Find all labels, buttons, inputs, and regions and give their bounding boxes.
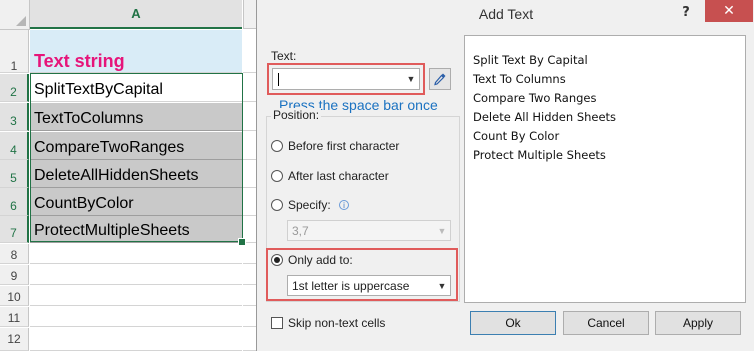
sheet-row-10: 10 xyxy=(0,286,256,306)
preview-item: Split Text By Capital xyxy=(473,53,588,67)
column-header-b[interactable] xyxy=(243,0,256,29)
eyedropper-button[interactable] xyxy=(429,68,451,90)
cell-a4[interactable]: CompareTwoRanges xyxy=(30,132,242,160)
close-button[interactable]: ✕ xyxy=(705,0,753,22)
cell-a7[interactable]: ProtectMultipleSheets xyxy=(30,216,242,243)
row-number[interactable]: 8 xyxy=(0,244,29,264)
cell-a3[interactable]: TextToColumns xyxy=(30,103,242,131)
sheet-row-8: 8 xyxy=(0,244,256,264)
row-number[interactable]: 4 xyxy=(0,132,29,160)
cell-a2[interactable]: SplitTextByCapital xyxy=(30,74,242,102)
cell-b3[interactable] xyxy=(243,103,256,131)
radio-before-first[interactable] xyxy=(271,140,283,152)
cell-a11[interactable] xyxy=(30,307,242,327)
cell-b10[interactable] xyxy=(243,286,256,306)
radio-specify[interactable] xyxy=(271,199,283,211)
preview-item: Count By Color xyxy=(473,129,560,143)
cell-a8[interactable] xyxy=(30,244,242,264)
column-header-a[interactable]: A xyxy=(30,0,242,29)
cell-b8[interactable] xyxy=(243,244,256,264)
dialog-titlebar[interactable]: Add Text ? ✕ xyxy=(257,0,754,29)
ok-button[interactable]: Ok xyxy=(470,311,556,335)
radio-after-last[interactable] xyxy=(271,170,283,182)
spreadsheet: A 1 Text string 2 SplitTextByCapital 3 T… xyxy=(0,0,256,351)
sheet-row-7: 7 ProtectMultipleSheets xyxy=(0,216,256,243)
radio-only-add-to[interactable] xyxy=(271,254,283,266)
apply-button[interactable]: Apply xyxy=(655,311,741,335)
preview-item: Text To Columns xyxy=(473,72,566,86)
specify-value: 3,7 xyxy=(292,224,309,238)
cell-b2[interactable] xyxy=(243,74,256,102)
row-number[interactable]: 3 xyxy=(0,103,29,131)
label-only-add-to: Only add to: xyxy=(288,253,353,267)
row-number[interactable]: 11 xyxy=(0,307,29,327)
label-specify: Specify: xyxy=(288,198,331,212)
row-number[interactable]: 5 xyxy=(0,160,29,188)
cell-b12[interactable] xyxy=(243,328,256,351)
sheet-row-11: 11 xyxy=(0,307,256,327)
row-number[interactable]: 1 xyxy=(0,30,29,73)
cell-a9[interactable] xyxy=(30,265,242,285)
text-cursor xyxy=(278,73,279,86)
sheet-row-4: 4 CompareTwoRanges xyxy=(0,132,256,160)
sheet-row-6: 6 CountByColor xyxy=(0,188,256,216)
cell-b1[interactable] xyxy=(243,30,256,73)
help-button[interactable]: ? xyxy=(675,3,697,23)
cell-a6[interactable]: CountByColor xyxy=(30,188,242,216)
text-combobox[interactable]: ▼ xyxy=(272,68,420,90)
specify-combobox: 3,7 ▼ xyxy=(287,220,451,241)
cell-a5[interactable]: DeleteAllHiddenSheets xyxy=(30,160,242,188)
select-all-corner[interactable] xyxy=(0,0,30,30)
position-label: Position: xyxy=(271,108,322,122)
row-number[interactable]: 12 xyxy=(0,328,29,351)
skip-non-text-checkbox[interactable] xyxy=(271,317,283,329)
cell-a12[interactable] xyxy=(30,328,242,351)
label-after-last: After last character xyxy=(288,169,389,183)
only-add-to-dropdown[interactable]: 1st letter is uppercase ▼ xyxy=(287,275,451,296)
sheet-row-12: 12 xyxy=(0,328,256,351)
row-number[interactable]: 2 xyxy=(0,74,29,102)
preview-item: Compare Two Ranges xyxy=(473,91,597,105)
eyedropper-icon xyxy=(434,73,446,86)
sheet-row-9: 9 xyxy=(0,265,256,285)
chevron-down-icon: ▼ xyxy=(437,226,447,236)
sheet-row-1: 1 Text string xyxy=(0,30,256,73)
cell-b9[interactable] xyxy=(243,265,256,285)
preview-list[interactable]: Split Text By Capital Text To Columns Co… xyxy=(464,35,746,303)
text-label: Text: xyxy=(271,49,297,63)
sheet-row-5: 5 DeleteAllHiddenSheets xyxy=(0,160,256,188)
preview-item: Protect Multiple Sheets xyxy=(473,148,606,162)
only-add-to-value: 1st letter is uppercase xyxy=(292,279,410,293)
cell-b11[interactable] xyxy=(243,307,256,327)
row-number[interactable]: 6 xyxy=(0,188,29,216)
cell-b5[interactable] xyxy=(243,160,256,188)
sheet-row-2: 2 SplitTextByCapital xyxy=(0,74,256,102)
skip-non-text-label: Skip non-text cells xyxy=(288,316,386,330)
cell-b4[interactable] xyxy=(243,132,256,160)
preview-item: Delete All Hidden Sheets xyxy=(473,110,617,124)
label-before-first: Before first character xyxy=(288,139,400,153)
chevron-down-icon[interactable]: ▼ xyxy=(434,276,450,295)
cell-b6[interactable] xyxy=(243,188,256,216)
cancel-button[interactable]: Cancel xyxy=(563,311,649,335)
cell-a1[interactable]: Text string xyxy=(30,30,242,73)
add-text-dialog: Add Text ? ✕ Text: ▼ Press the space bar… xyxy=(256,0,754,351)
fill-handle[interactable] xyxy=(238,238,246,246)
info-icon[interactable]: i xyxy=(339,200,349,210)
chevron-down-icon[interactable]: ▼ xyxy=(403,69,419,89)
row-number[interactable]: 7 xyxy=(0,216,29,243)
cell-a10[interactable] xyxy=(30,286,242,306)
row-number[interactable]: 9 xyxy=(0,265,29,285)
row-number[interactable]: 10 xyxy=(0,286,29,306)
sheet-row-3: 3 TextToColumns xyxy=(0,103,256,131)
